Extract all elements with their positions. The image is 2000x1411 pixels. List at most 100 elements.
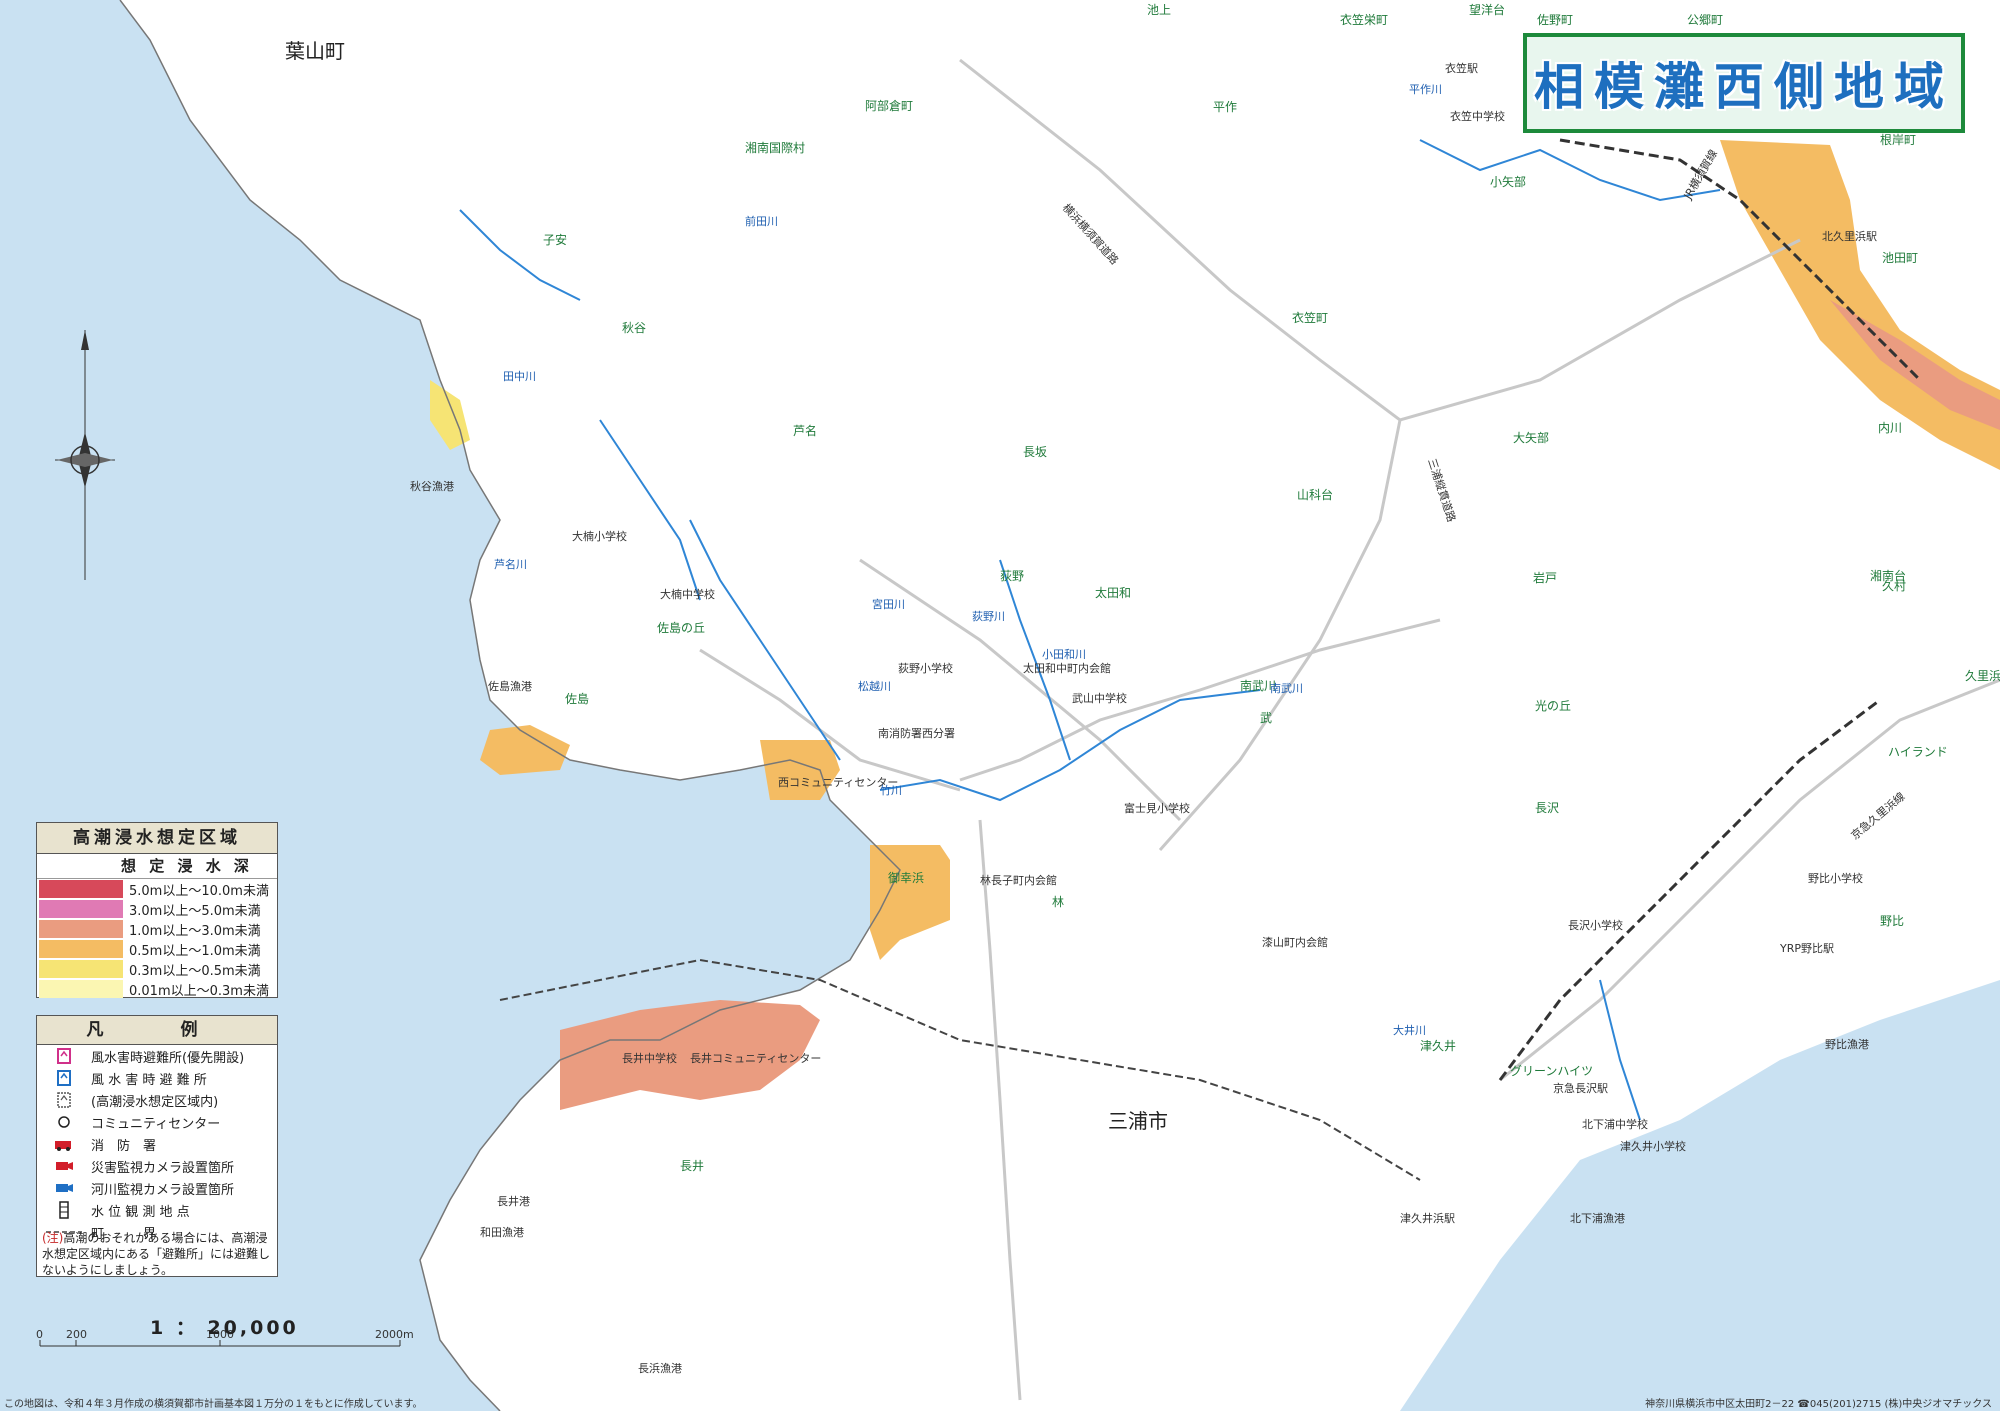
svg-text:竹川: 竹川	[880, 783, 902, 797]
svg-text:荻野: 荻野	[1000, 569, 1024, 583]
depth-swatch	[39, 980, 123, 998]
svg-text:湘南台: 湘南台	[1870, 568, 1906, 583]
shelter-icon	[57, 1070, 71, 1086]
svg-text:湘南国際村: 湘南国際村	[745, 140, 805, 155]
river-camera-icon	[56, 1184, 73, 1192]
svg-text:林長子町内会館: 林長子町内会館	[980, 873, 1057, 887]
svg-text:林: 林	[1052, 895, 1064, 909]
svg-text:久里浜: 久里浜	[1965, 669, 2000, 683]
svg-text:芦名: 芦名	[793, 423, 817, 438]
svg-text:衣笠町: 衣笠町	[1292, 310, 1328, 325]
depth-swatch	[39, 960, 123, 978]
surge-depth-legend: 高潮浸水想定区域 想 定 浸 水 深 5.0m以上～10.0m未満 3.0m以上…	[36, 822, 278, 999]
depth-row: 0.5m以上～1.0m未満	[37, 939, 277, 959]
svg-text:岩戸: 岩戸	[1533, 570, 1557, 585]
depth-row: 1.0m以上～3.0m未満	[37, 919, 277, 939]
legend-row: 水 位 観 測 地 点	[37, 1199, 277, 1221]
svg-text:大井川: 大井川	[1393, 1023, 1426, 1037]
svg-text:池上: 池上	[1147, 3, 1171, 17]
svg-text:長井中学校: 長井中学校	[622, 1051, 677, 1065]
svg-text:小矢部: 小矢部	[1490, 174, 1526, 189]
note-text: 高潮のおそれがある場合には、高潮浸水想定区域内にある「避難所」には避難しないよう…	[42, 1231, 271, 1277]
svg-text:池田町: 池田町	[1882, 251, 1918, 265]
map-title-box: 相模灘西側地域	[1523, 33, 1965, 133]
svg-text:長井港: 長井港	[497, 1194, 530, 1208]
legend-row: 消 防 署	[37, 1133, 277, 1155]
shelter-in-zone-icon	[57, 1092, 71, 1108]
svg-text:グリーンハイツ: グリーンハイツ	[1510, 1064, 1593, 1078]
station-label: 京急長沢駅	[1553, 1081, 1608, 1095]
svg-text:長坂: 長坂	[1023, 445, 1047, 459]
svg-text:武: 武	[1260, 711, 1272, 725]
station-label: 北久里浜駅	[1822, 230, 1877, 243]
svg-text:大矢部: 大矢部	[1513, 430, 1549, 445]
svg-text:衣笠中学校: 衣笠中学校	[1450, 109, 1505, 123]
svg-text:望洋台: 望洋台	[1469, 2, 1505, 17]
svg-text:北下浦中学校: 北下浦中学校	[1582, 1117, 1648, 1131]
surge-legend-subtitle: 想 定 浸 水 深	[37, 854, 277, 879]
fire-station-icon	[55, 1141, 71, 1151]
svg-text:山科台: 山科台	[1297, 487, 1333, 502]
legend-row: 災害監視カメラ設置箇所	[37, 1155, 277, 1177]
municipality-label: 三浦市	[1108, 1109, 1168, 1133]
svg-text:佐島漁港: 佐島漁港	[488, 679, 532, 693]
svg-text:大楠小学校: 大楠小学校	[572, 529, 627, 543]
svg-text:南消防署西分署: 南消防署西分署	[878, 726, 955, 740]
svg-text:内川: 内川	[1878, 421, 1902, 435]
water-gauge-icon	[59, 1201, 69, 1219]
svg-text:武山中学校: 武山中学校	[1072, 691, 1127, 705]
note-prefix: (注)	[42, 1231, 64, 1245]
svg-text:衣笠栄町: 衣笠栄町	[1340, 12, 1388, 27]
legend-row: 風水害時避難所(優先開設)	[37, 1045, 277, 1067]
svg-text:阿部倉町: 阿部倉町	[865, 98, 913, 113]
community-center-icon	[58, 1116, 70, 1128]
surge-legend-title: 高潮浸水想定区域	[37, 823, 277, 854]
svg-text:長沢: 長沢	[1535, 801, 1559, 815]
depth-swatch	[39, 880, 123, 898]
legend-row: (高潮浸水想定区域内)	[37, 1089, 277, 1111]
svg-text:長井: 長井	[680, 1159, 704, 1173]
svg-text:0: 0	[36, 1328, 43, 1341]
svg-text:根岸町: 根岸町	[1880, 133, 1916, 147]
svg-text:漆山町内会館: 漆山町内会館	[1262, 935, 1328, 949]
svg-text:光の丘: 光の丘	[1535, 699, 1571, 713]
footer-credit: 神奈川県横浜市中区太田町2－22 ☎045(201)2715 (株)中央ジオマチ…	[1645, 1399, 1992, 1410]
svg-text:御幸浜: 御幸浜	[888, 870, 924, 885]
svg-text:200: 200	[66, 1328, 87, 1341]
legend-row: 河川監視カメラ設置箇所	[37, 1177, 277, 1199]
svg-text:公郷町: 公郷町	[1687, 13, 1723, 27]
svg-text:前田川: 前田川	[745, 214, 778, 228]
legend-note: (注)高潮のおそれがある場合には、高潮浸水想定区域内にある「避難所」には避難しな…	[42, 1230, 278, 1278]
svg-text:太田和中町内会館: 太田和中町内会館	[1023, 661, 1111, 675]
map-canvas[interactable]: 葉山町 三浦市 衣笠駅 北久里浜駅 京急長沢駅 津久井浜駅 YRP野比駅 衣笠栄…	[0, 0, 2000, 1411]
svg-text:太田和: 太田和	[1095, 585, 1131, 600]
svg-text:平作: 平作	[1213, 100, 1237, 114]
svg-text:秋谷漁港: 秋谷漁港	[410, 479, 454, 493]
svg-text:佐島: 佐島	[565, 691, 589, 706]
svg-text:佐野町: 佐野町	[1537, 13, 1573, 27]
station-label: 衣笠駅	[1445, 61, 1478, 75]
svg-text:平作川: 平作川	[1409, 83, 1442, 96]
svg-text:津久井: 津久井	[1420, 1039, 1456, 1053]
svg-text:長沢小学校: 長沢小学校	[1568, 918, 1623, 932]
svg-text:富士見小学校: 富士見小学校	[1124, 801, 1190, 815]
depth-row: 5.0m以上～10.0m未満	[37, 879, 277, 899]
shelter-priority-icon	[57, 1048, 71, 1064]
svg-text:野比漁港: 野比漁港	[1825, 1037, 1869, 1051]
svg-text:長浜漁港: 長浜漁港	[638, 1361, 682, 1375]
svg-text:北下浦漁港: 北下浦漁港	[1570, 1211, 1625, 1225]
station-label: YRP野比駅	[1779, 942, 1834, 955]
depth-swatch	[39, 920, 123, 938]
svg-text:荻野川: 荻野川	[972, 610, 1005, 623]
svg-text:津久井小学校: 津久井小学校	[1620, 1139, 1686, 1153]
legend-row: コミュニティセンター	[37, 1111, 277, 1133]
svg-text:ハイランド: ハイランド	[1888, 745, 1948, 759]
svg-text:芦名川: 芦名川	[494, 557, 527, 571]
station-label: 津久井浜駅	[1400, 1211, 1455, 1225]
svg-text:田中川: 田中川	[503, 370, 536, 383]
svg-text:佐島の丘: 佐島の丘	[657, 620, 705, 635]
svg-text:松越川: 松越川	[858, 679, 891, 693]
svg-text:野比: 野比	[1880, 914, 1904, 928]
depth-row: 3.0m以上～5.0m未満	[37, 899, 277, 919]
legend-row: 風 水 害 時 避 難 所	[37, 1067, 277, 1089]
